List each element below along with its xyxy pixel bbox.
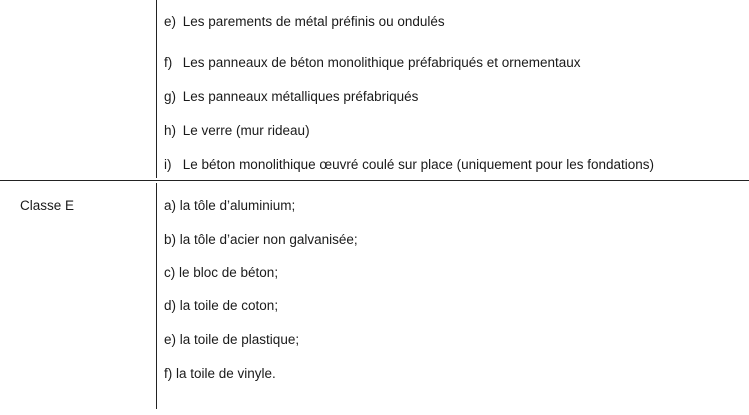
- item-text: Les parements de métal préfinis ou ondul…: [182, 14, 445, 29]
- item-text: Le béton monolithique œuvré coulé sur pl…: [182, 157, 655, 172]
- column-divider-upper: [156, 0, 157, 178]
- class-item: a) la tôle d’aluminium;: [164, 198, 296, 213]
- class-item: c) le bloc de béton;: [164, 265, 279, 280]
- class-item: d) la toile de coton;: [164, 298, 279, 313]
- item-text: Le verre (mur rideau): [182, 123, 310, 138]
- item-text: Les panneaux de béton monolithique préfa…: [182, 55, 581, 70]
- list-item: f) Les panneaux de béton monolithique pr…: [164, 55, 581, 71]
- list-item: g) Les panneaux métalliques préfabriqués: [164, 89, 418, 105]
- list-item: i) Le béton monolithique œuvré coulé sur…: [164, 157, 654, 173]
- item-text: Les panneaux métalliques préfabriqués: [182, 89, 419, 104]
- item-letter: f): [164, 55, 173, 70]
- row-divider: [0, 180, 749, 181]
- item-letter: e): [164, 14, 177, 29]
- materials-table: e) Les parements de métal préfinis ou on…: [0, 0, 749, 415]
- class-item: b) la tôle d’acier non galvanisée;: [164, 232, 358, 247]
- item-letter: g): [164, 89, 177, 104]
- class-label: Classe E: [20, 198, 75, 213]
- item-letter: i): [164, 157, 172, 172]
- item-letter: h): [164, 123, 177, 138]
- column-divider-lower: [156, 183, 157, 409]
- list-item: e) Les parements de métal préfinis ou on…: [164, 14, 445, 30]
- list-item: h) Le verre (mur rideau): [164, 123, 310, 139]
- class-item: f) la toile de vinyle.: [164, 366, 276, 381]
- class-item: e) la toile de plastique;: [164, 332, 300, 347]
